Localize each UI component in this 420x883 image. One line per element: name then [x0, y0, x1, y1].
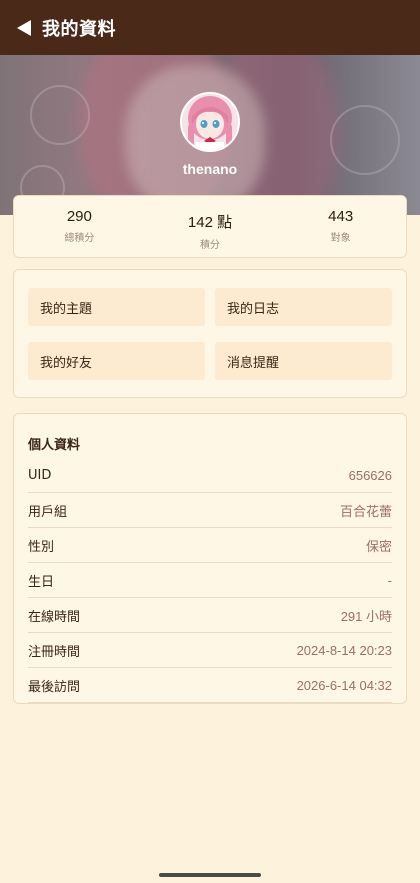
stat-total-credits: 290 總積分	[14, 196, 145, 257]
info-row-last-visit: 最後訪問 2026-6-14 04:32	[28, 668, 392, 703]
home-indicator[interactable]	[159, 873, 261, 877]
top-app-bar: 我的資料	[0, 0, 420, 55]
back-arrow-icon	[17, 19, 31, 36]
stat-partners: 443 對象	[275, 196, 406, 257]
avatar[interactable]	[180, 92, 240, 152]
info-row-user-group: 用戶組 百合花蕾	[28, 493, 392, 528]
info-value: 2024-8-14 20:23	[296, 642, 392, 658]
info-key: 生日	[28, 574, 55, 590]
stat-value: 443	[328, 208, 354, 225]
page-title: 我的資料	[42, 18, 116, 40]
personal-info-card: 個人資料 UID 656626 用戶組 百合花蕾 性別 保密 生日 - 在線時間…	[13, 413, 407, 704]
info-key: UID	[28, 467, 52, 483]
menu-card: 我的主題 我的日志 我的好友 消息提醒	[13, 269, 407, 398]
info-key: 性別	[28, 539, 55, 555]
stat-label: 總積分	[64, 233, 95, 244]
stat-label: 積分	[200, 240, 220, 251]
info-value: 2026-6-14 04:32	[296, 677, 392, 693]
username: thenano	[182, 161, 238, 177]
info-value: 291 小時	[340, 608, 392, 624]
info-row-uid: UID 656626	[28, 458, 392, 493]
info-row-gender: 性別 保密	[28, 528, 392, 563]
info-key: 注冊時間	[28, 644, 81, 660]
stat-label: 對象	[330, 233, 351, 244]
my-threads-button[interactable]: 我的主題	[28, 288, 205, 326]
info-value: 百合花蕾	[339, 503, 392, 519]
my-friends-button[interactable]: 我的好友	[28, 342, 205, 380]
stat-credits: 142 點 積分	[145, 196, 276, 257]
stats-card: 290 總積分 142 點 積分 443 對象	[13, 195, 407, 258]
info-row-register-time: 注冊時間 2024-8-14 20:23	[28, 633, 392, 668]
info-row-online-time: 在線時間 291 小時	[28, 598, 392, 633]
info-key: 在線時間	[28, 609, 81, 625]
my-blog-button[interactable]: 我的日志	[215, 288, 392, 326]
section-title: 個人資料	[28, 438, 81, 453]
stat-value: 290	[66, 208, 92, 225]
info-key: 用戶組	[28, 504, 68, 520]
info-row-birthday: 生日 -	[28, 563, 392, 598]
stat-value: 142 點	[187, 214, 233, 231]
info-value: 656626	[348, 467, 392, 483]
back-button[interactable]	[12, 16, 36, 40]
info-value: 保密	[365, 538, 392, 554]
avatar-image	[182, 94, 238, 150]
notifications-button[interactable]: 消息提醒	[215, 342, 392, 380]
info-value: -	[387, 572, 392, 588]
info-key: 最後訪問	[28, 679, 81, 695]
